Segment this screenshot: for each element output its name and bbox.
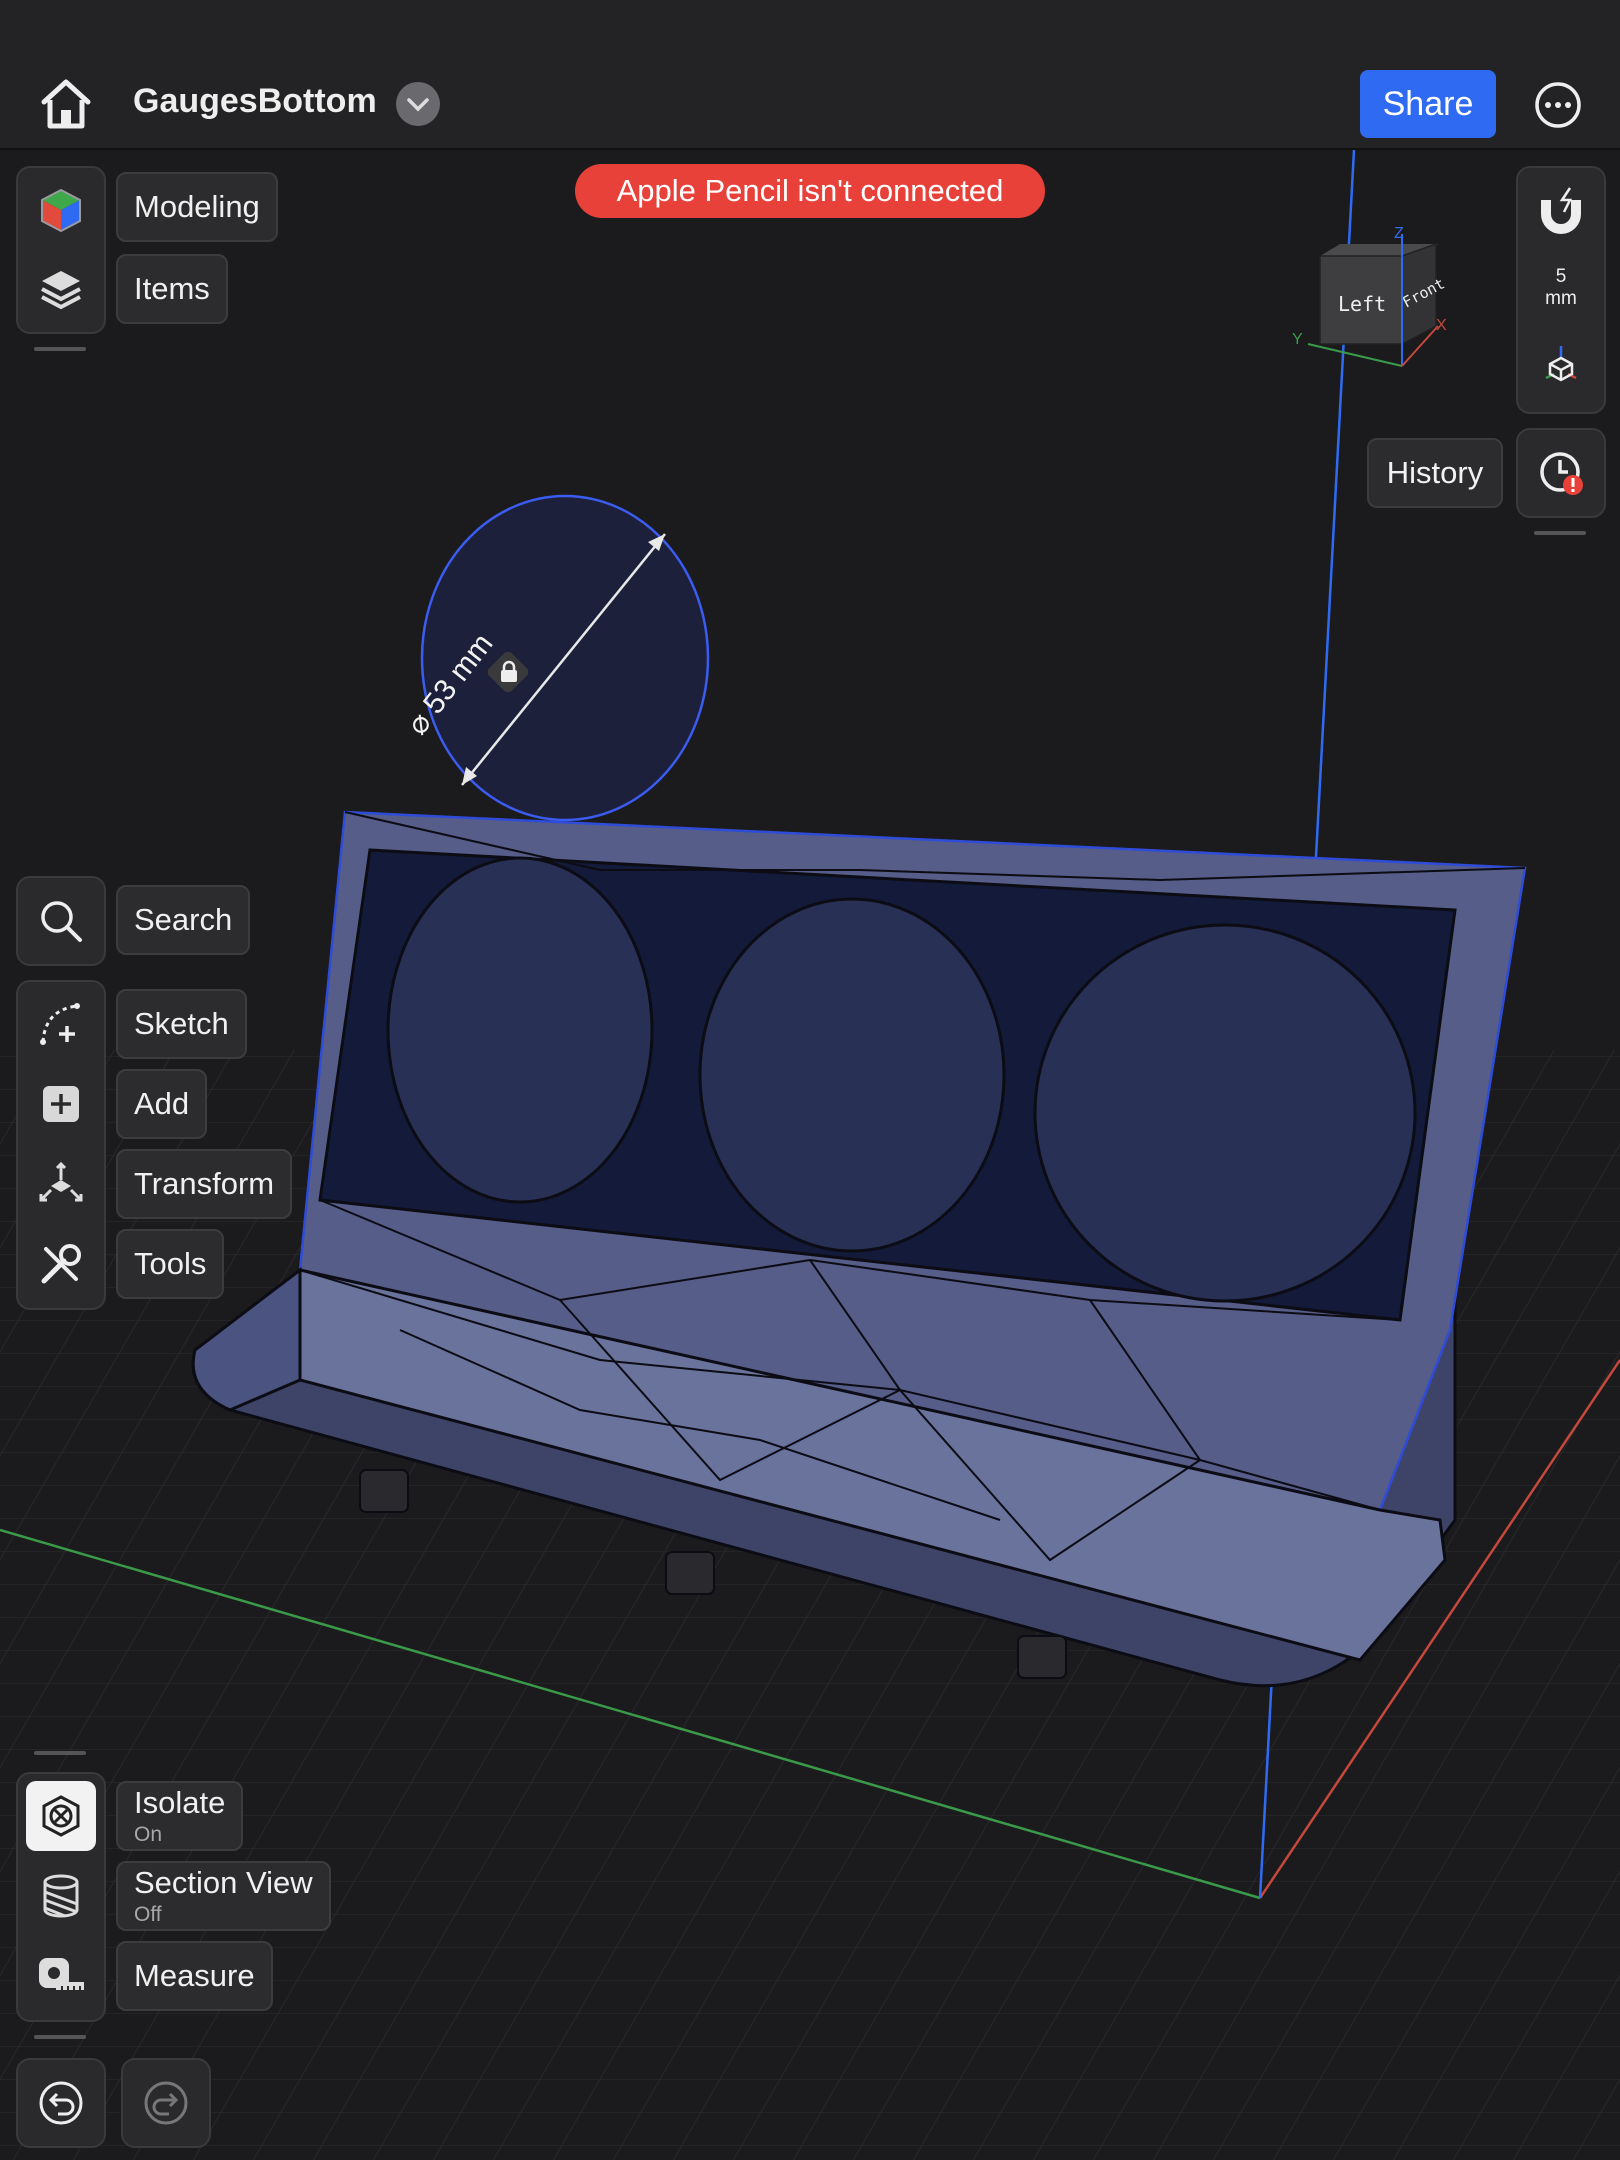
left-bottom-toolbar (16, 1772, 106, 2022)
snap-size-unit: mm (1545, 288, 1577, 309)
modeling-label[interactable]: Modeling (116, 172, 278, 242)
left-top-divider (34, 347, 86, 351)
isolate-title: Isolate (134, 1785, 226, 1820)
snap-panel: 5 mm (1516, 166, 1606, 414)
items-button[interactable] (18, 250, 104, 330)
search-icon (41, 901, 82, 942)
redo-button[interactable] (121, 2058, 211, 2148)
left-bottom-divider-top (34, 1751, 86, 1755)
modeling-cube-icon (41, 188, 81, 233)
search-label[interactable]: Search (116, 885, 251, 955)
layers-icon (41, 271, 81, 310)
add-label[interactable]: Add (116, 1069, 208, 1139)
tools-button[interactable] (18, 1224, 104, 1304)
transform-icon (39, 1161, 83, 1202)
transform-button[interactable] (18, 1144, 104, 1224)
sketch-icon (40, 1003, 80, 1045)
redo-icon (144, 2081, 188, 2125)
section-view-title: Section View (134, 1865, 313, 1900)
modeling-button[interactable] (18, 170, 104, 250)
chevron-down-icon[interactable] (396, 82, 440, 126)
section-view-button[interactable] (18, 1856, 104, 1936)
top-bar: GaugesBottom Share (0, 0, 1620, 150)
snap-size-value: 5 (1555, 266, 1567, 287)
history-button[interactable] (1516, 428, 1606, 518)
share-button[interactable]: Share (1360, 70, 1496, 138)
section-view-icon (43, 1874, 79, 1918)
left-mid-toolbar (16, 980, 106, 1310)
sketch-button[interactable] (18, 984, 104, 1064)
section-view-label[interactable]: Section View Off (116, 1861, 331, 1931)
measure-button[interactable] (18, 1936, 104, 2016)
tools-label[interactable]: Tools (116, 1229, 225, 1299)
section-view-state: Off (134, 1903, 162, 1926)
snap-size[interactable]: 5 mm (1518, 266, 1604, 310)
more-options-icon[interactable] (1533, 80, 1583, 130)
x-axis-label: X (1436, 317, 1447, 334)
tools-icon (41, 1244, 81, 1284)
clock-alert-icon (1540, 452, 1583, 495)
items-label[interactable]: Items (116, 254, 228, 324)
search-button[interactable] (16, 876, 106, 966)
right-divider (1534, 531, 1586, 535)
pencil-not-connected-toast: Apple Pencil isn't connected (575, 164, 1045, 218)
snap-cube-icon[interactable] (1542, 344, 1580, 384)
history-button-label[interactable]: History (1367, 438, 1503, 508)
add-icon (43, 1086, 79, 1122)
measure-label[interactable]: Measure (116, 1941, 273, 2011)
left-bottom-divider (34, 2035, 86, 2039)
magnet-icon[interactable] (1540, 186, 1582, 236)
home-icon[interactable] (38, 76, 94, 132)
document-title[interactable]: GaugesBottom (133, 82, 377, 121)
sketch-label[interactable]: Sketch (116, 989, 247, 1059)
isolate-button[interactable] (18, 1776, 104, 1856)
z-axis-label: Z (1394, 226, 1404, 242)
measure-tape-icon (39, 1958, 84, 1990)
isolate-icon (26, 1781, 96, 1851)
y-axis-label: Y (1292, 331, 1303, 348)
isolate-state: On (134, 1823, 163, 1846)
add-button[interactable] (18, 1064, 104, 1144)
view-cube-left-face[interactable]: Left (1338, 292, 1386, 316)
left-top-toolbar (16, 166, 106, 334)
lock-icon (501, 660, 517, 682)
transform-label[interactable]: Transform (116, 1149, 293, 1219)
view-cube[interactable]: Left Front Z Y X (1290, 226, 1450, 376)
undo-button[interactable] (16, 2058, 106, 2148)
isolate-label[interactable]: Isolate On (116, 1781, 244, 1851)
undo-icon (39, 2081, 83, 2125)
